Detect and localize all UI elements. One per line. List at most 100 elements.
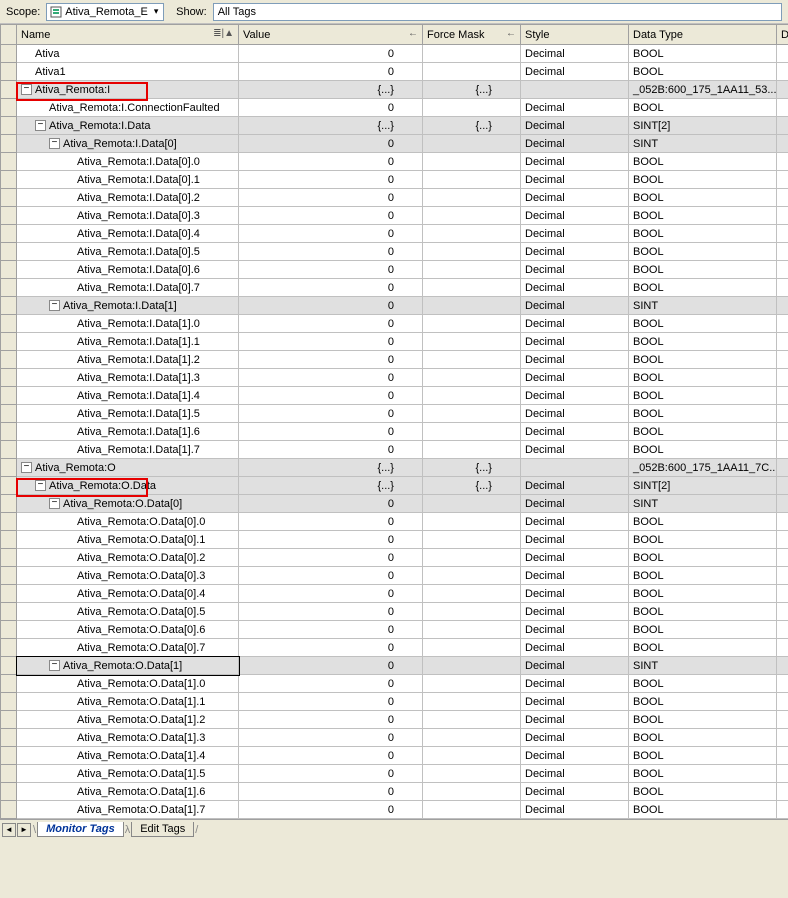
table-row[interactable]: −Ativa_Remota:O.Data[1]0DecimalSINT (1, 657, 788, 675)
style-cell[interactable]: Decimal (521, 387, 629, 405)
force-cell[interactable]: {...} (423, 477, 521, 495)
value-cell[interactable]: 0 (239, 333, 423, 351)
name-cell[interactable]: −Ativa_Remota:O (17, 459, 239, 477)
table-row[interactable]: Ativa_Remota:O.Data[0].50DecimalBOOL (1, 603, 788, 621)
tab-edit-tags[interactable]: Edit Tags (131, 822, 194, 837)
header-datatype[interactable]: Data Type (629, 25, 777, 45)
row-header[interactable] (1, 171, 17, 189)
row-header[interactable] (1, 99, 17, 117)
row-header[interactable] (1, 675, 17, 693)
name-cell[interactable]: −Ativa_Remota:I (17, 81, 239, 99)
value-cell[interactable]: 0 (239, 801, 423, 819)
style-cell[interactable]: Decimal (521, 603, 629, 621)
collapse-icon[interactable]: − (21, 84, 32, 95)
name-cell[interactable]: Ativa (17, 45, 239, 63)
value-cell[interactable]: {...} (239, 81, 423, 99)
row-header[interactable] (1, 279, 17, 297)
value-cell[interactable]: 0 (239, 279, 423, 297)
value-cell[interactable]: 0 (239, 783, 423, 801)
value-cell[interactable]: 0 (239, 171, 423, 189)
force-cell[interactable] (423, 351, 521, 369)
row-header[interactable] (1, 225, 17, 243)
style-cell[interactable]: Decimal (521, 693, 629, 711)
value-cell[interactable]: 0 (239, 765, 423, 783)
row-header[interactable] (1, 549, 17, 567)
force-cell[interactable] (423, 297, 521, 315)
force-cell[interactable] (423, 621, 521, 639)
force-cell[interactable] (423, 603, 521, 621)
style-cell[interactable]: Decimal (521, 423, 629, 441)
name-cell[interactable]: −Ativa_Remota:O.Data[1] (17, 657, 239, 675)
row-header[interactable] (1, 729, 17, 747)
force-cell[interactable] (423, 657, 521, 675)
style-cell[interactable]: Decimal (521, 333, 629, 351)
row-header[interactable] (1, 297, 17, 315)
table-row[interactable]: Ativa_Remota:O.Data[0].30DecimalBOOL (1, 567, 788, 585)
force-cell[interactable] (423, 711, 521, 729)
name-cell[interactable]: −Ativa_Remota:I.Data[1] (17, 297, 239, 315)
value-cell[interactable]: 0 (239, 549, 423, 567)
style-cell[interactable]: Decimal (521, 513, 629, 531)
force-cell[interactable] (423, 639, 521, 657)
row-header[interactable] (1, 369, 17, 387)
row-header[interactable] (1, 477, 17, 495)
table-row[interactable]: Ativa_Remota:O.Data[1].00DecimalBOOL (1, 675, 788, 693)
name-cell[interactable]: Ativa_Remota:O.Data[1].3 (17, 729, 239, 747)
style-cell[interactable]: Decimal (521, 729, 629, 747)
force-cell[interactable] (423, 423, 521, 441)
name-cell[interactable]: Ativa_Remota:O.Data[0].2 (17, 549, 239, 567)
name-cell[interactable]: Ativa_Remota:I.Data[1].7 (17, 441, 239, 459)
style-cell[interactable]: Decimal (521, 765, 629, 783)
force-cell[interactable] (423, 63, 521, 81)
row-header[interactable] (1, 765, 17, 783)
style-cell[interactable]: Decimal (521, 747, 629, 765)
style-cell[interactable]: Decimal (521, 99, 629, 117)
style-cell[interactable]: Decimal (521, 675, 629, 693)
table-row[interactable]: Ativa_Remota:I.Data[1].60DecimalBOOL (1, 423, 788, 441)
force-cell[interactable] (423, 189, 521, 207)
row-header[interactable] (1, 189, 17, 207)
name-cell[interactable]: Ativa_Remota:O.Data[1].7 (17, 801, 239, 819)
table-row[interactable]: Ativa10DecimalBOOL (1, 63, 788, 81)
value-cell[interactable]: 0 (239, 657, 423, 675)
table-row[interactable]: −Ativa_Remota:I.Data[0]0DecimalSINT (1, 135, 788, 153)
style-cell[interactable]: Decimal (521, 261, 629, 279)
style-cell[interactable]: Decimal (521, 45, 629, 63)
force-cell[interactable]: {...} (423, 81, 521, 99)
name-cell[interactable]: Ativa_Remota:O.Data[1].5 (17, 765, 239, 783)
name-cell[interactable]: Ativa_Remota:O.Data[0].5 (17, 603, 239, 621)
row-header[interactable] (1, 441, 17, 459)
header-style[interactable]: Style (521, 25, 629, 45)
table-row[interactable]: Ativa_Remota:O.Data[1].20DecimalBOOL (1, 711, 788, 729)
style-cell[interactable]: Decimal (521, 351, 629, 369)
header-value[interactable]: Value← (239, 25, 423, 45)
table-row[interactable]: −Ativa_Remota:O{...}{...}_052B:600_175_1… (1, 459, 788, 477)
row-header[interactable] (1, 801, 17, 819)
name-cell[interactable]: Ativa_Remota:O.Data[0].7 (17, 639, 239, 657)
name-cell[interactable]: −Ativa_Remota:O.Data (17, 477, 239, 495)
table-row[interactable]: Ativa_Remota:O.Data[0].70DecimalBOOL (1, 639, 788, 657)
value-cell[interactable]: {...} (239, 117, 423, 135)
style-cell[interactable]: Decimal (521, 297, 629, 315)
name-cell[interactable]: Ativa_Remota:I.Data[1].1 (17, 333, 239, 351)
name-cell[interactable]: Ativa_Remota:I.Data[0].6 (17, 261, 239, 279)
row-header[interactable] (1, 315, 17, 333)
value-cell[interactable]: 0 (239, 351, 423, 369)
row-header[interactable] (1, 351, 17, 369)
table-row[interactable]: Ativa_Remota:I.Data[1].50DecimalBOOL (1, 405, 788, 423)
show-dropdown[interactable]: All Tags (213, 3, 782, 21)
style-cell[interactable]: Decimal (521, 711, 629, 729)
row-header[interactable] (1, 405, 17, 423)
tab-monitor-tags[interactable]: Monitor Tags (37, 822, 124, 837)
value-cell[interactable]: 0 (239, 675, 423, 693)
name-cell[interactable]: Ativa_Remota:I.Data[1].4 (17, 387, 239, 405)
table-row[interactable]: Ativa_Remota:O.Data[1].50DecimalBOOL (1, 765, 788, 783)
value-cell[interactable]: 0 (239, 495, 423, 513)
name-cell[interactable]: Ativa_Remota:I.Data[0].1 (17, 171, 239, 189)
row-header[interactable] (1, 603, 17, 621)
row-header[interactable] (1, 243, 17, 261)
row-header[interactable] (1, 495, 17, 513)
table-row[interactable]: −Ativa_Remota:O.Data[0]0DecimalSINT (1, 495, 788, 513)
value-cell[interactable]: 0 (239, 405, 423, 423)
name-cell[interactable]: Ativa_Remota:O.Data[0].3 (17, 567, 239, 585)
